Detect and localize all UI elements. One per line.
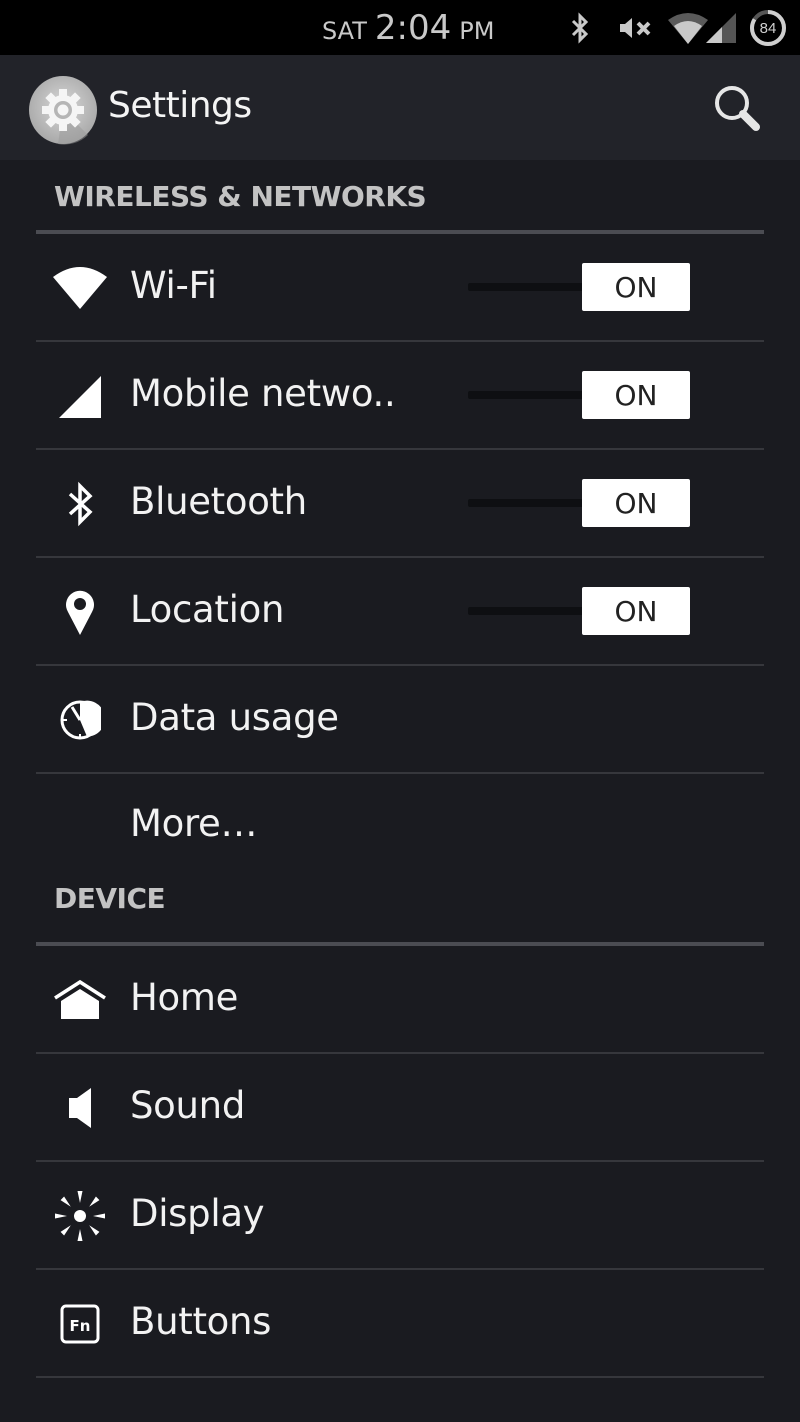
item-label: Mobile netwo.. bbox=[130, 371, 396, 415]
settings-item-buttons[interactable]: Fn Buttons bbox=[0, 1270, 800, 1378]
fn-key-icon: Fn bbox=[50, 1299, 110, 1349]
action-bar: Settings bbox=[0, 55, 800, 160]
brightness-ray bbox=[93, 1213, 105, 1219]
toggle-track bbox=[468, 283, 588, 291]
home-icon bbox=[50, 975, 110, 1025]
location-pin-icon bbox=[50, 587, 110, 637]
settings-item-wifi[interactable]: Wi-Fi ON bbox=[0, 234, 800, 342]
brightness-ray bbox=[77, 1229, 83, 1241]
brightness-ray bbox=[60, 1196, 71, 1207]
search-icon[interactable] bbox=[706, 79, 768, 141]
status-clock: SAT 2:04 PM bbox=[322, 8, 494, 48]
data-usage-icon bbox=[50, 695, 110, 745]
wifi-icon bbox=[50, 263, 110, 313]
status-bar: SAT 2:04 PM 84 bbox=[0, 0, 800, 55]
bluetooth-icon bbox=[50, 479, 110, 529]
toggle-track bbox=[468, 391, 588, 399]
location-toggle[interactable]: ON bbox=[468, 587, 692, 637]
brightness-ray bbox=[89, 1225, 100, 1236]
settings-item-sound[interactable]: Sound bbox=[0, 1054, 800, 1162]
toggle-track bbox=[468, 607, 588, 615]
battery-level: 84 bbox=[759, 19, 777, 37]
divider bbox=[36, 1376, 764, 1378]
toggle-thumb[interactable]: ON bbox=[582, 479, 690, 527]
status-day: SAT bbox=[322, 17, 367, 45]
mute-icon bbox=[620, 18, 651, 38]
status-time: 2:04 bbox=[374, 8, 452, 48]
toggle-thumb[interactable]: ON bbox=[582, 587, 690, 635]
signal-icon bbox=[50, 371, 110, 421]
speaker-icon bbox=[50, 1083, 110, 1133]
settings-gear-icon[interactable] bbox=[28, 75, 98, 145]
settings-item-mobile-networks[interactable]: Mobile netwo.. ON bbox=[0, 342, 800, 450]
item-label: Bluetooth bbox=[130, 479, 307, 523]
status-ampm: PM bbox=[459, 17, 495, 45]
brightness-icon bbox=[50, 1191, 110, 1241]
item-label: Display bbox=[130, 1191, 265, 1235]
bluetooth-icon bbox=[571, 12, 589, 44]
brightness-ray bbox=[55, 1213, 67, 1219]
item-label: Location bbox=[130, 587, 285, 631]
brightness-ray bbox=[89, 1196, 100, 1207]
bluetooth-toggle[interactable]: ON bbox=[468, 479, 692, 529]
item-label: Wi-Fi bbox=[130, 263, 217, 307]
item-label: More… bbox=[130, 801, 258, 845]
section-title: DEVICE bbox=[54, 882, 166, 915]
section-header-device: DEVICE bbox=[0, 878, 800, 946]
wifi-toggle[interactable]: ON bbox=[468, 263, 692, 313]
page-title: Settings bbox=[108, 85, 252, 126]
item-label: Buttons bbox=[130, 1299, 272, 1343]
mobile-networks-toggle[interactable]: ON bbox=[468, 371, 692, 421]
brightness-ray bbox=[77, 1191, 83, 1203]
toggle-thumb[interactable]: ON bbox=[582, 371, 690, 419]
item-label: Data usage bbox=[130, 695, 339, 739]
section-header-wireless: WIRELESS & NETWORKS bbox=[0, 160, 800, 234]
settings-item-bluetooth[interactable]: Bluetooth ON bbox=[0, 450, 800, 558]
settings-item-more[interactable]: More… bbox=[0, 774, 800, 878]
svg-text:Fn: Fn bbox=[70, 1317, 91, 1335]
toggle-track bbox=[468, 499, 588, 507]
item-label: Home bbox=[130, 975, 239, 1019]
signal-icon bbox=[706, 13, 736, 43]
settings-item-home[interactable]: Home bbox=[0, 946, 800, 1054]
settings-list: WIRELESS & NETWORKS Wi-Fi ON Mobile netw… bbox=[0, 160, 800, 1378]
settings-item-location[interactable]: Location ON bbox=[0, 558, 800, 666]
settings-item-data-usage[interactable]: Data usage bbox=[0, 666, 800, 774]
brightness-ray bbox=[60, 1225, 71, 1236]
item-label: Sound bbox=[130, 1083, 246, 1127]
toggle-thumb[interactable]: ON bbox=[582, 263, 690, 311]
section-title: WIRELESS & NETWORKS bbox=[54, 180, 427, 213]
settings-item-display[interactable]: Display bbox=[0, 1162, 800, 1270]
